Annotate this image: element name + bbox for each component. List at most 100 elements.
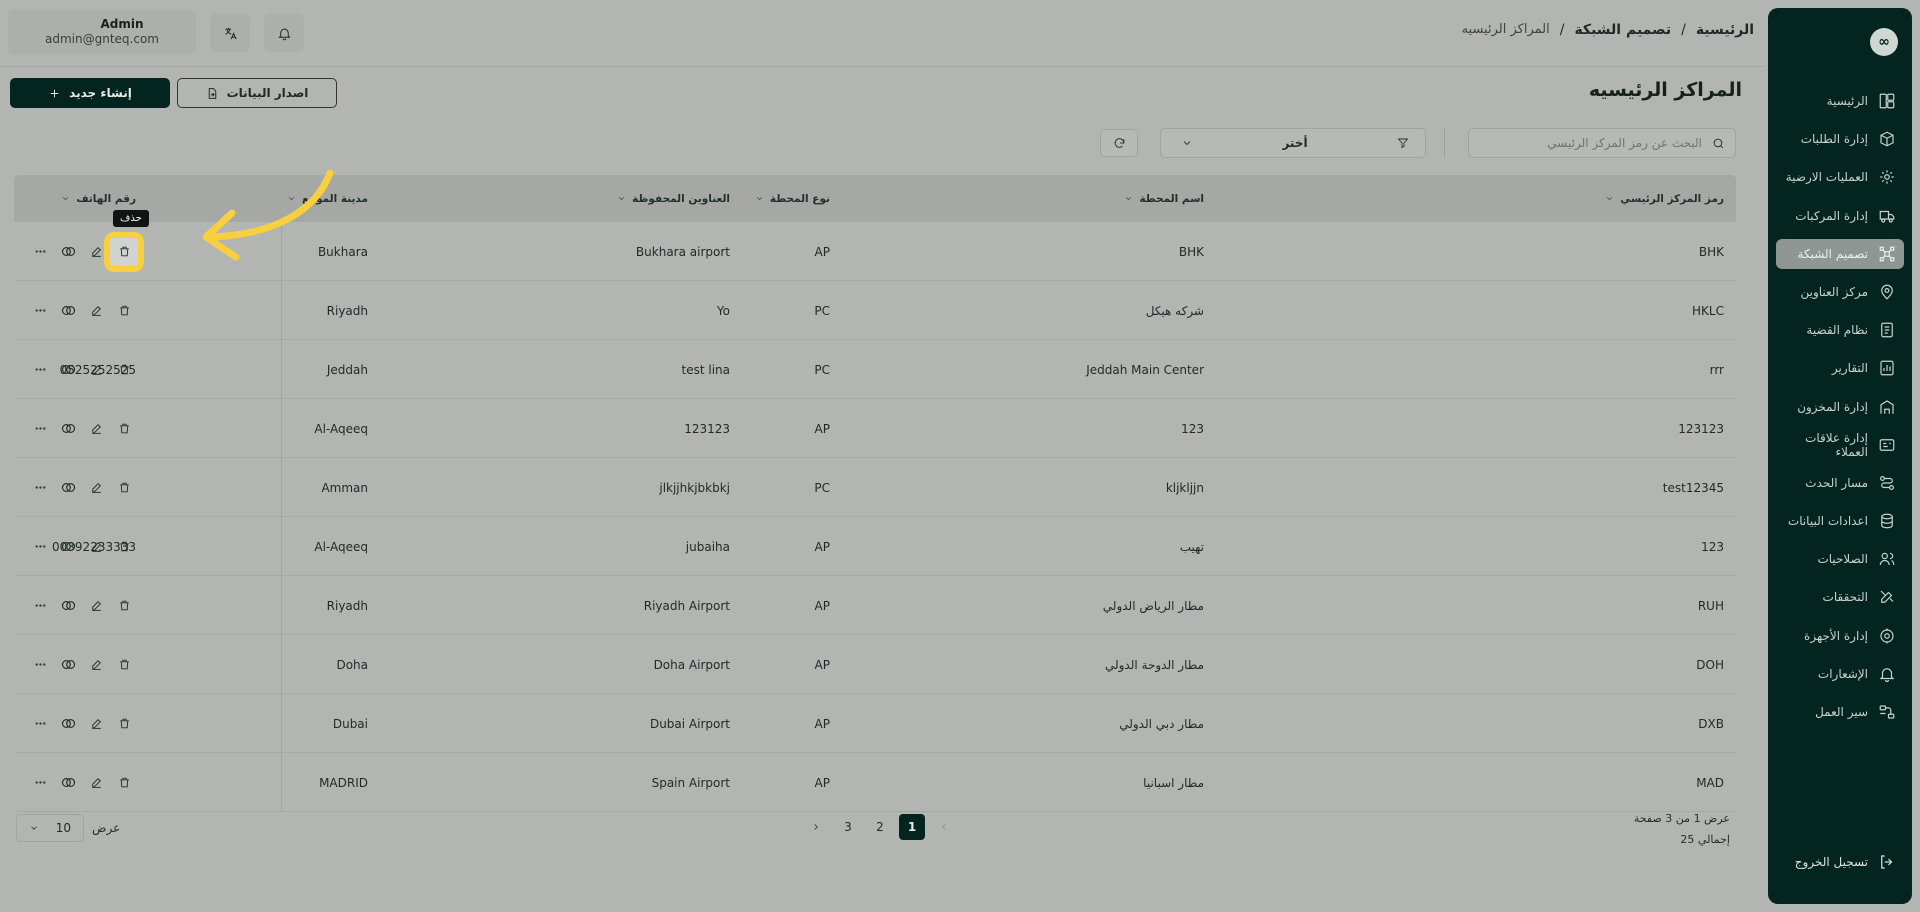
more-icon xyxy=(34,540,47,553)
sidebar-item-workflow[interactable]: سير العمل xyxy=(1776,697,1904,727)
edit-button[interactable] xyxy=(82,592,110,620)
page-button-2[interactable]: 2 xyxy=(867,814,893,840)
edit-button[interactable] xyxy=(82,297,110,325)
cell-address: jlkjjhkjbkbkj xyxy=(659,480,730,495)
create-new-button[interactable]: إنشاء جديد xyxy=(10,78,170,108)
delete-button[interactable] xyxy=(110,592,138,620)
sidebar-item-database[interactable]: اعدادات البيانات xyxy=(1776,506,1904,536)
more-actions-button[interactable] xyxy=(26,356,54,384)
table-row[interactable]: MAD مطار اسبانيا AP Spain Airport MADRID xyxy=(14,753,1736,812)
more-actions-button[interactable] xyxy=(26,592,54,620)
link-button[interactable] xyxy=(54,651,82,679)
table-row[interactable]: DXB مطار دبي الدولي AP Dubai Airport Dubai xyxy=(14,694,1736,753)
link-button[interactable] xyxy=(54,415,82,443)
delete-button[interactable] xyxy=(110,651,138,679)
logout-button[interactable]: تسجيل الخروج xyxy=(1768,848,1912,876)
column-header-1[interactable]: اسم المحطة xyxy=(1124,175,1204,222)
table-row[interactable]: DOH مطار الدوحة الدولي AP Doha Airport Doha xyxy=(14,635,1736,694)
more-actions-button[interactable] xyxy=(26,710,54,738)
more-actions-button[interactable] xyxy=(26,415,54,443)
table-row[interactable]: 123 تهيب AP jubaiha Al-Aqeeq 00392233333 xyxy=(14,517,1736,576)
breadcrumb-separator: / xyxy=(1681,22,1686,38)
link-button[interactable] xyxy=(54,356,82,384)
more-actions-button[interactable] xyxy=(26,297,54,325)
sidebar-item-case[interactable]: نظام القضية xyxy=(1776,315,1904,345)
link-button[interactable] xyxy=(54,238,82,266)
column-header-0[interactable]: رمز المركز الرئيسي xyxy=(1605,175,1724,222)
sidebar-item-location[interactable]: مركز العناوين xyxy=(1776,277,1904,307)
link-icon xyxy=(60,597,77,614)
more-actions-button[interactable] xyxy=(26,769,54,797)
sidebar-item-crm[interactable]: إدارة علاقات العملاء xyxy=(1776,430,1904,460)
search-input[interactable] xyxy=(1482,136,1702,150)
delete-button[interactable] xyxy=(110,297,138,325)
cell-city: Al-Aqeeq xyxy=(314,421,368,436)
link-button[interactable] xyxy=(54,474,82,502)
delete-button[interactable] xyxy=(110,356,138,384)
edit-button[interactable] xyxy=(82,238,110,266)
edit-button[interactable] xyxy=(82,474,110,502)
delete-button[interactable] xyxy=(104,231,144,272)
link-button[interactable] xyxy=(54,533,82,561)
link-button[interactable] xyxy=(54,592,82,620)
sidebar-item-truck[interactable]: إدارة المركبات xyxy=(1776,201,1904,231)
more-actions-button[interactable] xyxy=(26,651,54,679)
sidebar-item-inventory[interactable]: إدارة المخزون xyxy=(1776,392,1904,422)
next-page-button[interactable] xyxy=(803,814,829,840)
cell-city: Doha xyxy=(336,657,368,672)
page-button-1[interactable]: 1 xyxy=(899,814,925,840)
more-actions-button[interactable] xyxy=(26,238,54,266)
actions-divider xyxy=(281,517,282,575)
sidebar-item-bell[interactable]: الإشعارات xyxy=(1776,659,1904,689)
edit-button[interactable] xyxy=(82,533,110,561)
cell-code: test12345 xyxy=(1662,480,1724,495)
edit-button[interactable] xyxy=(82,415,110,443)
column-header-3[interactable]: العناوين المحفوظة xyxy=(617,175,730,222)
language-button[interactable] xyxy=(210,14,250,52)
app-logo[interactable]: ∞ xyxy=(1870,28,1898,56)
sidebar-item-route[interactable]: مسار الحدث xyxy=(1776,468,1904,498)
link-button[interactable] xyxy=(54,769,82,797)
page-button-3[interactable]: 3 xyxy=(835,814,861,840)
sort-chevron-icon xyxy=(617,194,626,203)
delete-button[interactable] xyxy=(110,474,138,502)
delete-button[interactable] xyxy=(110,533,138,561)
sidebar-item-layout[interactable]: الرئيسية xyxy=(1776,86,1904,116)
user-profile[interactable]: Admin admin@gnteq.com xyxy=(8,10,196,54)
delete-button[interactable] xyxy=(110,710,138,738)
refresh-button[interactable] xyxy=(1100,129,1138,157)
table-row[interactable]: test12345 kljkljjn PC jlkjjhkjbkbkj Amman xyxy=(14,458,1736,517)
cell-code: rrr xyxy=(1709,362,1724,377)
sidebar-item-network[interactable]: تصميم الشبكة xyxy=(1776,238,1904,269)
edit-button[interactable] xyxy=(82,710,110,738)
cell-address: Riyadh Airport xyxy=(643,598,730,613)
table-row[interactable]: HKLC شركه هيكل PC Yo Riyadh xyxy=(14,281,1736,340)
sidebar-item-users[interactable]: الصلاحيات xyxy=(1776,544,1904,574)
breadcrumb-section[interactable]: تصميم الشبكة xyxy=(1574,22,1671,38)
sidebar-item-box[interactable]: إدارة الطلبات xyxy=(1776,124,1904,154)
sidebar-item-report[interactable]: التقارير xyxy=(1776,353,1904,383)
breadcrumb-home[interactable]: الرئيسية xyxy=(1696,22,1754,38)
delete-button[interactable] xyxy=(110,415,138,443)
sidebar-item-ground-ops[interactable]: العمليات الارضية xyxy=(1776,162,1904,192)
more-actions-button[interactable] xyxy=(26,533,54,561)
link-button[interactable] xyxy=(54,710,82,738)
edit-button[interactable] xyxy=(82,651,110,679)
sidebar-item-device[interactable]: إدارة الأجهزة xyxy=(1776,621,1904,651)
filter-select[interactable]: أختر xyxy=(1160,128,1426,158)
sidebar-item-tools[interactable]: التحققات xyxy=(1776,582,1904,612)
link-button[interactable] xyxy=(54,297,82,325)
column-header-2[interactable]: نوع المحطة xyxy=(755,175,830,222)
notifications-button[interactable] xyxy=(264,14,304,52)
delete-button[interactable] xyxy=(110,769,138,797)
table-row[interactable]: 123123 123 AP 123123 Al-Aqeeq xyxy=(14,399,1736,458)
edit-icon xyxy=(90,776,103,789)
table-row[interactable]: rrr Jeddah Main Center PC test lina Jeddah 05… xyxy=(14,340,1736,399)
more-actions-button[interactable] xyxy=(26,474,54,502)
export-data-button[interactable]: اصدار البيانات xyxy=(177,78,337,108)
edit-button[interactable] xyxy=(82,769,110,797)
edit-button[interactable] xyxy=(82,356,110,384)
page-size-select[interactable]: 10 xyxy=(16,814,84,842)
table-row[interactable]: RUH مطار الرياض الدولي AP Riyadh Airport Riy… xyxy=(14,576,1736,635)
prev-page-button[interactable] xyxy=(931,814,957,840)
